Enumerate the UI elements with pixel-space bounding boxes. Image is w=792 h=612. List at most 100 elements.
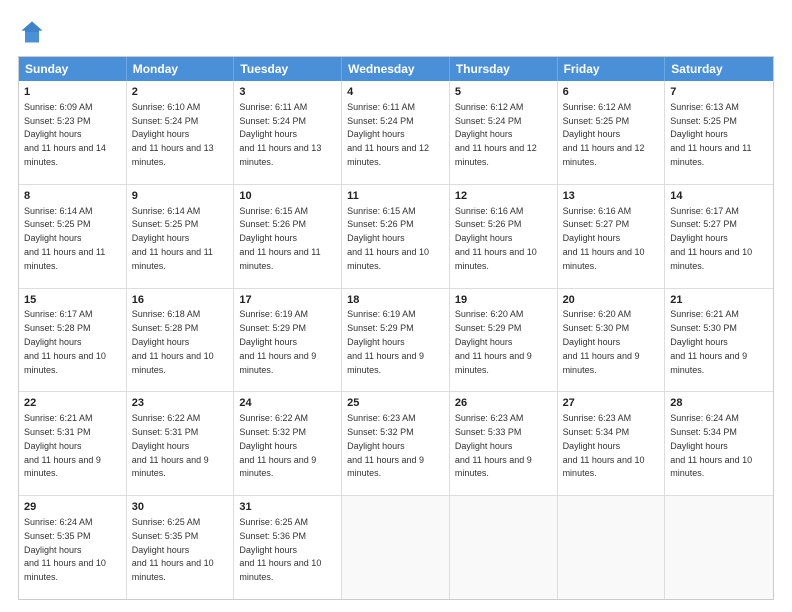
day-cell-27: 27 Sunrise: 6:23 AMSunset: 5:34 PMDayligh… [558, 392, 666, 495]
day-number: 19 [455, 293, 552, 308]
day-cell-1: 1Sunrise: 6:09 AMSunset: 5:23 PMDaylight… [19, 81, 127, 184]
day-cell-12: 12 Sunrise: 6:16 AMSunset: 5:26 PMDayligh… [450, 185, 558, 288]
day-number: 26 [455, 396, 552, 411]
day-number: 17 [239, 293, 336, 308]
day-number: 23 [132, 396, 229, 411]
day-cell-4: 4Sunrise: 6:11 AMSunset: 5:24 PMDaylight… [342, 81, 450, 184]
day-cell-21: 21Sunrise: 6:21 AMSunset: 5:30 PMDayligh… [665, 289, 773, 392]
empty-cell [558, 496, 666, 599]
day-cell-9: 9 Sunrise: 6:14 AMSunset: 5:25 PMDaylight… [127, 185, 235, 288]
day-number: 21 [670, 293, 768, 308]
day-info: Sunrise: 6:21 AMSunset: 5:30 PMDaylight … [670, 309, 747, 374]
day-number: 1 [24, 85, 121, 100]
day-number: 9 [132, 189, 229, 204]
day-number: 22 [24, 396, 121, 411]
day-cell-17: 17Sunrise: 6:19 AMSunset: 5:29 PMDayligh… [234, 289, 342, 392]
day-cell-30: 30 Sunrise: 6:25 AMSunset: 5:35 PMDayligh… [127, 496, 235, 599]
day-cell-28: 28Sunrise: 6:24 AMSunset: 5:34 PMDayligh… [665, 392, 773, 495]
day-number: 24 [239, 396, 336, 411]
day-info: Sunrise: 6:17 AMSunset: 5:28 PMDaylight … [24, 309, 106, 374]
calendar-row-3: 15Sunrise: 6:17 AMSunset: 5:28 PMDayligh… [19, 288, 773, 392]
day-number: 2 [132, 85, 229, 100]
day-info: Sunrise: 6:25 AMSunset: 5:35 PMDaylight … [132, 517, 214, 582]
day-info: Sunrise: 6:12 AMSunset: 5:25 PMDaylight … [563, 102, 645, 167]
day-header-saturday: Saturday [665, 57, 773, 81]
day-info: Sunrise: 6:17 AMSunset: 5:27 PMDaylight … [670, 206, 752, 271]
day-cell-29: 29 Sunrise: 6:24 AMSunset: 5:35 PMDayligh… [19, 496, 127, 599]
calendar-row-2: 8 Sunrise: 6:14 AMSunset: 5:25 PMDaylight… [19, 184, 773, 288]
day-number: 8 [24, 189, 121, 204]
day-info: Sunrise: 6:14 AMSunset: 5:25 PMDaylight … [132, 206, 213, 271]
day-info: Sunrise: 6:11 AMSunset: 5:24 PMDaylight … [347, 102, 429, 167]
day-cell-22: 22Sunrise: 6:21 AMSunset: 5:31 PMDayligh… [19, 392, 127, 495]
day-cell-24: 24 Sunrise: 6:22 AMSunset: 5:32 PMDayligh… [234, 392, 342, 495]
day-number: 15 [24, 293, 121, 308]
day-number: 29 [24, 500, 121, 515]
day-header-thursday: Thursday [450, 57, 558, 81]
day-info: Sunrise: 6:20 AMSunset: 5:29 PMDaylight … [455, 309, 532, 374]
day-header-monday: Monday [127, 57, 235, 81]
day-info: Sunrise: 6:15 AMSunset: 5:26 PMDaylight … [347, 206, 429, 271]
day-cell-14: 14 Sunrise: 6:17 AMSunset: 5:27 PMDayligh… [665, 185, 773, 288]
day-cell-31: 31Sunrise: 6:25 AMSunset: 5:36 PMDayligh… [234, 496, 342, 599]
day-info: Sunrise: 6:15 AMSunset: 5:26 PMDaylight … [239, 206, 320, 271]
day-cell-3: 3 Sunrise: 6:11 AMSunset: 5:24 PMDaylight… [234, 81, 342, 184]
day-cell-20: 20Sunrise: 6:20 AMSunset: 5:30 PMDayligh… [558, 289, 666, 392]
day-cell-25: 25 Sunrise: 6:23 AMSunset: 5:32 PMDayligh… [342, 392, 450, 495]
day-number: 16 [132, 293, 229, 308]
day-number: 20 [563, 293, 660, 308]
day-info: Sunrise: 6:23 AMSunset: 5:34 PMDaylight … [563, 413, 645, 478]
day-number: 30 [132, 500, 229, 515]
calendar-row-4: 22Sunrise: 6:21 AMSunset: 5:31 PMDayligh… [19, 391, 773, 495]
day-number: 27 [563, 396, 660, 411]
day-cell-13: 13Sunrise: 6:16 AMSunset: 5:27 PMDayligh… [558, 185, 666, 288]
day-info: Sunrise: 6:12 AMSunset: 5:24 PMDaylight … [455, 102, 537, 167]
day-header-sunday: Sunday [19, 57, 127, 81]
header [18, 18, 774, 46]
day-number: 14 [670, 189, 768, 204]
day-info: Sunrise: 6:22 AMSunset: 5:31 PMDaylight … [132, 413, 209, 478]
day-number: 28 [670, 396, 768, 411]
day-cell-10: 10Sunrise: 6:15 AMSunset: 5:26 PMDayligh… [234, 185, 342, 288]
day-info: Sunrise: 6:16 AMSunset: 5:26 PMDaylight … [455, 206, 537, 271]
day-cell-26: 26 Sunrise: 6:23 AMSunset: 5:33 PMDayligh… [450, 392, 558, 495]
calendar-row-1: 1Sunrise: 6:09 AMSunset: 5:23 PMDaylight… [19, 81, 773, 184]
calendar: SundayMondayTuesdayWednesdayThursdayFrid… [18, 56, 774, 600]
empty-cell [665, 496, 773, 599]
day-info: Sunrise: 6:13 AMSunset: 5:25 PMDaylight … [670, 102, 751, 167]
day-info: Sunrise: 6:10 AMSunset: 5:24 PMDaylight … [132, 102, 214, 167]
day-number: 13 [563, 189, 660, 204]
empty-cell [450, 496, 558, 599]
day-info: Sunrise: 6:25 AMSunset: 5:36 PMDaylight … [239, 517, 321, 582]
day-info: Sunrise: 6:11 AMSunset: 5:24 PMDaylight … [239, 102, 321, 167]
day-header-wednesday: Wednesday [342, 57, 450, 81]
day-info: Sunrise: 6:22 AMSunset: 5:32 PMDaylight … [239, 413, 316, 478]
day-cell-15: 15Sunrise: 6:17 AMSunset: 5:28 PMDayligh… [19, 289, 127, 392]
day-cell-11: 11 Sunrise: 6:15 AMSunset: 5:26 PMDayligh… [342, 185, 450, 288]
day-header-friday: Friday [558, 57, 666, 81]
day-number: 25 [347, 396, 444, 411]
logo-icon [18, 18, 46, 46]
day-info: Sunrise: 6:14 AMSunset: 5:25 PMDaylight … [24, 206, 105, 271]
day-cell-23: 23 Sunrise: 6:22 AMSunset: 5:31 PMDayligh… [127, 392, 235, 495]
day-number: 11 [347, 189, 444, 204]
day-number: 7 [670, 85, 768, 100]
day-info: Sunrise: 6:19 AMSunset: 5:29 PMDaylight … [347, 309, 424, 374]
day-info: Sunrise: 6:18 AMSunset: 5:28 PMDaylight … [132, 309, 214, 374]
day-info: Sunrise: 6:23 AMSunset: 5:32 PMDaylight … [347, 413, 424, 478]
day-cell-18: 18Sunrise: 6:19 AMSunset: 5:29 PMDayligh… [342, 289, 450, 392]
empty-cell [342, 496, 450, 599]
calendar-header: SundayMondayTuesdayWednesdayThursdayFrid… [19, 57, 773, 81]
day-number: 12 [455, 189, 552, 204]
day-cell-8: 8 Sunrise: 6:14 AMSunset: 5:25 PMDaylight… [19, 185, 127, 288]
day-number: 18 [347, 293, 444, 308]
day-info: Sunrise: 6:23 AMSunset: 5:33 PMDaylight … [455, 413, 532, 478]
day-number: 5 [455, 85, 552, 100]
day-info: Sunrise: 6:19 AMSunset: 5:29 PMDaylight … [239, 309, 316, 374]
day-number: 6 [563, 85, 660, 100]
day-info: Sunrise: 6:24 AMSunset: 5:35 PMDaylight … [24, 517, 106, 582]
day-info: Sunrise: 6:20 AMSunset: 5:30 PMDaylight … [563, 309, 640, 374]
day-header-tuesday: Tuesday [234, 57, 342, 81]
day-number: 3 [239, 85, 336, 100]
day-cell-2: 2 Sunrise: 6:10 AMSunset: 5:24 PMDaylight… [127, 81, 235, 184]
